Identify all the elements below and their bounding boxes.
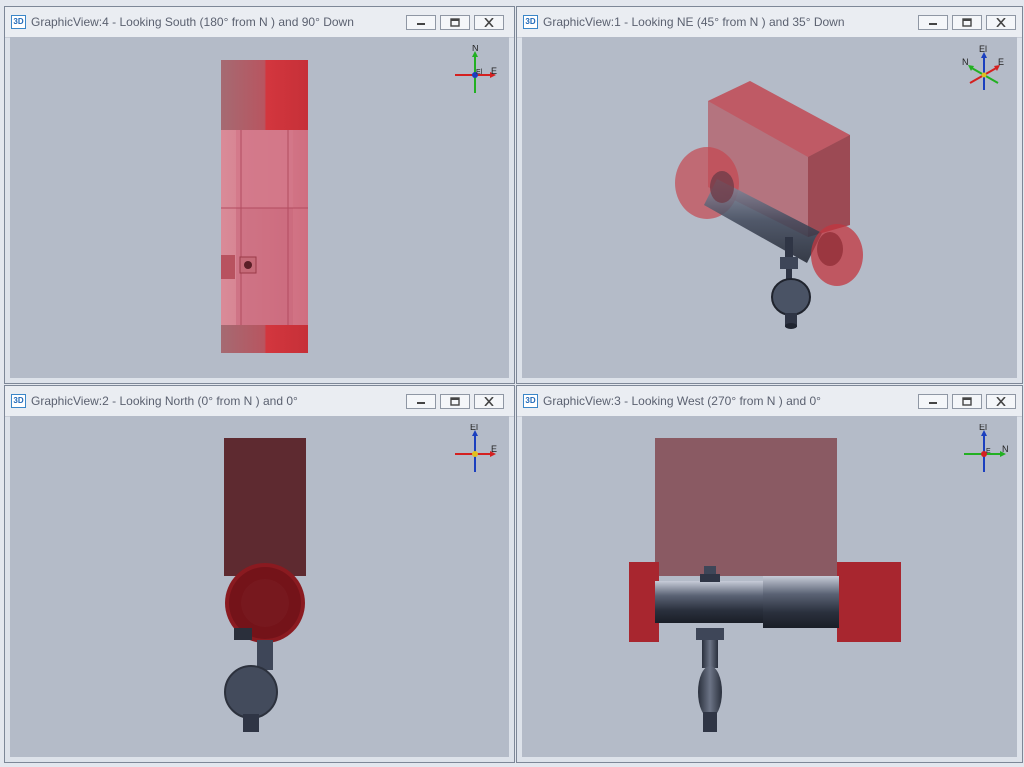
3d-app-icon: 3D <box>11 15 26 29</box>
handwheel <box>224 665 278 719</box>
viewport-3d[interactable]: El N E <box>522 37 1017 378</box>
axis-triad: El E <box>455 424 497 472</box>
title-bar[interactable]: 3D GraphicView:3 - Looking West (270° fr… <box>517 386 1022 417</box>
triad-label-right: E <box>491 66 497 76</box>
graphic-view-2-window[interactable]: 3D GraphicView:2 - Looking North (0° fro… <box>4 385 515 763</box>
window-title: GraphicView:2 - Looking North (0° from N… <box>31 394 298 408</box>
viewport-3d[interactable]: El N E <box>522 416 1017 757</box>
close-icon <box>484 18 494 27</box>
3d-app-icon: 3D <box>523 394 538 408</box>
restore-button[interactable] <box>440 394 470 409</box>
minimize-button[interactable] <box>406 394 436 409</box>
handwheel <box>698 666 722 718</box>
graphic-view-1-window[interactable]: 3D GraphicView:1 - Looking NE (45° from … <box>516 6 1023 384</box>
triad-label-top: N <box>472 45 479 53</box>
restore-button[interactable] <box>952 394 982 409</box>
3d-app-icon: 3D <box>11 394 26 408</box>
graphic-view-4-window[interactable]: 3D GraphicView:4 - Looking South (180° f… <box>4 6 515 384</box>
minimize-icon <box>929 23 937 25</box>
pipe-body <box>655 581 763 623</box>
window-title: GraphicView:1 - Looking NE (45° from N )… <box>543 15 845 29</box>
title-bar[interactable]: 3D GraphicView:2 - Looking North (0° fro… <box>5 386 514 417</box>
nut <box>696 628 724 640</box>
stem <box>702 640 718 668</box>
box-enclosure <box>655 438 837 576</box>
close-button[interactable] <box>986 15 1016 30</box>
window-title: GraphicView:3 - Looking West (270° from … <box>543 394 821 408</box>
minimize-button[interactable] <box>406 15 436 30</box>
triad-label-left: N <box>962 57 969 67</box>
triad-label-right: N <box>1002 444 1009 454</box>
pipe-model-top-view <box>221 60 308 353</box>
viewport-3d[interactable]: N E El <box>10 37 509 378</box>
restore-button[interactable] <box>952 15 982 30</box>
graphic-view-3-window[interactable]: 3D GraphicView:3 - Looking West (270° fr… <box>516 385 1023 763</box>
pipe-model-iso-view <box>675 81 863 329</box>
minimize-button[interactable] <box>918 15 948 30</box>
pipe-model-north-view <box>224 438 306 732</box>
close-button[interactable] <box>474 394 504 409</box>
stem <box>785 237 793 259</box>
triad-label-center: El <box>476 69 483 76</box>
pipe-upper <box>236 130 293 208</box>
minimize-button[interactable] <box>918 394 948 409</box>
pipe-body-large <box>763 576 839 628</box>
close-icon <box>996 397 1006 406</box>
restore-button[interactable] <box>440 15 470 30</box>
flange-left <box>629 562 659 642</box>
title-bar[interactable]: 3D GraphicView:4 - Looking South (180° f… <box>5 7 514 38</box>
nut <box>780 257 798 269</box>
stem <box>257 640 273 670</box>
triad-label-right: E <box>998 57 1004 67</box>
triad-label-top: El <box>470 424 478 432</box>
3d-app-icon: 3D <box>523 15 538 29</box>
flange-right <box>837 562 901 642</box>
box-enclosure <box>224 438 306 576</box>
close-icon <box>996 18 1006 27</box>
minimize-icon <box>417 402 425 404</box>
close-button[interactable] <box>474 15 504 30</box>
handwheel <box>771 278 811 316</box>
axis-triad: El N E <box>964 424 1009 472</box>
restore-icon <box>450 18 460 27</box>
fitting-port <box>244 261 252 269</box>
triad-label-center: E <box>986 448 991 455</box>
triad-label-top: El <box>979 45 987 54</box>
flange-bottom <box>221 325 308 353</box>
window-title: GraphicView:4 - Looking South (180° from… <box>31 15 354 29</box>
axis-triad: N E El <box>455 45 497 93</box>
triad-label-right: E <box>491 444 497 454</box>
minimize-icon <box>929 402 937 404</box>
minimize-icon <box>417 23 425 25</box>
triad-label-top: El <box>979 424 987 432</box>
close-button[interactable] <box>986 394 1016 409</box>
flange-top <box>221 60 308 130</box>
side-boss <box>221 255 235 279</box>
axis-triad: El N E <box>962 45 1004 90</box>
pipe-model-west-view <box>629 438 901 732</box>
restore-icon <box>962 397 972 406</box>
close-icon <box>484 397 494 406</box>
restore-icon <box>450 397 460 406</box>
restore-icon <box>962 18 972 27</box>
viewport-3d[interactable]: El E <box>10 416 509 757</box>
title-bar[interactable]: 3D GraphicView:1 - Looking NE (45° from … <box>517 7 1022 38</box>
